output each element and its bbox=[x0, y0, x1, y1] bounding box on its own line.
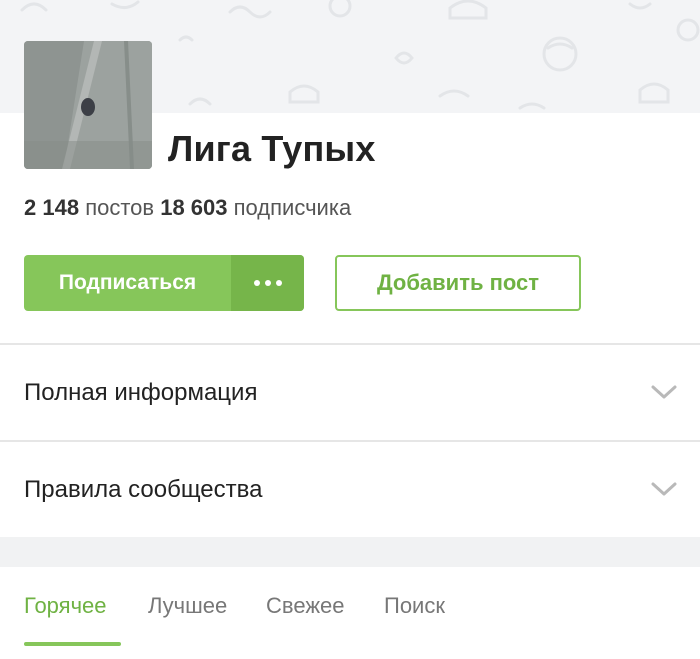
section-full-info-label: Полная информация bbox=[24, 378, 258, 406]
community-stats: 2 148 постов 18 603 подписчика bbox=[24, 195, 351, 221]
feed-tabs: Горячее Лучшее Свежее Поиск bbox=[0, 567, 700, 659]
subscribers-label: подписчика bbox=[233, 195, 352, 220]
subscribers-count: 18 603 bbox=[160, 195, 228, 220]
chevron-down-icon bbox=[651, 385, 677, 399]
section-full-info[interactable]: Полная информация bbox=[0, 345, 700, 440]
section-gap bbox=[0, 537, 700, 567]
section-community-rules[interactable]: Правила сообщества bbox=[0, 442, 700, 537]
tab-search[interactable]: Поиск bbox=[384, 593, 445, 619]
more-dots-icon bbox=[253, 280, 282, 286]
more-options-button[interactable] bbox=[231, 255, 304, 311]
subscribe-button-group: Подписаться bbox=[24, 255, 304, 311]
tab-hot[interactable]: Горячее bbox=[24, 593, 107, 619]
community-title: Лига Тупых bbox=[168, 128, 376, 169]
section-community-rules-label: Правила сообщества bbox=[24, 475, 263, 503]
add-post-button[interactable]: Добавить пост bbox=[335, 255, 581, 311]
posts-count: 2 148 bbox=[24, 195, 80, 220]
tab-best[interactable]: Лучшее bbox=[148, 593, 227, 619]
subscribe-button[interactable]: Подписаться bbox=[24, 255, 231, 311]
community-page: Лига Тупых 2 148 постов 18 603 подписчик… bbox=[0, 0, 700, 659]
posts-label: постов bbox=[85, 195, 155, 220]
community-avatar bbox=[24, 41, 152, 169]
active-tab-indicator bbox=[24, 642, 121, 646]
chevron-down-icon bbox=[651, 482, 677, 496]
tab-fresh[interactable]: Свежее bbox=[266, 593, 345, 619]
avatar-image bbox=[24, 41, 152, 169]
